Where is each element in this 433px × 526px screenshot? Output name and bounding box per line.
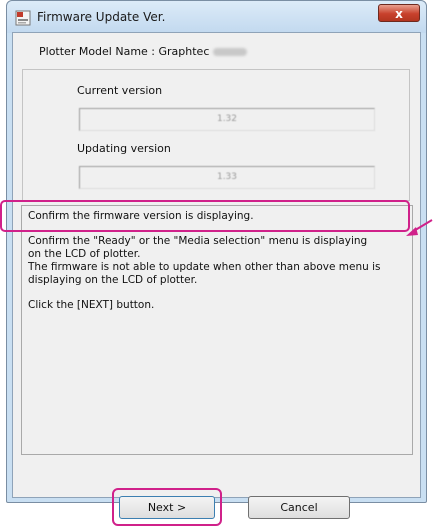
plotter-model-name: Plotter Model Name : Graphtec (39, 45, 248, 58)
window-title: Firmware Update Ver. (37, 10, 166, 24)
plotter-model-label: Plotter Model Name : Graphtec (39, 45, 210, 58)
message-line-1: Confirm the firmware version is displayi… (28, 210, 254, 222)
app-icon (15, 10, 31, 26)
message-line-2: Confirm the "Ready" or the "Media select… (28, 235, 368, 247)
updating-version-label: Updating version (77, 142, 171, 155)
cancel-button[interactable]: Cancel (248, 496, 350, 519)
close-icon: x (395, 7, 403, 21)
message-line-3: on the LCD of plotter. (28, 248, 141, 260)
message-line-4: The firmware is not able to update when … (28, 261, 381, 273)
message-line-5: displaying on the LCD of plotter. (28, 274, 198, 286)
close-button[interactable]: x (378, 4, 420, 22)
message-line-6: Click the [NEXT] button. (28, 299, 155, 311)
firmware-update-window: Firmware Update Ver. x Plotter Model Nam… (6, 0, 427, 526)
updating-version-field: 1.33 (79, 166, 375, 189)
title-bar[interactable]: Firmware Update Ver. x (7, 1, 426, 33)
current-version-field: 1.32 (79, 108, 375, 131)
current-version-label: Current version (77, 84, 163, 97)
dialog-client-area: Plotter Model Name : Graphtec Current ve… (12, 32, 421, 526)
instruction-message-panel: Confirm the firmware version is displayi… (21, 205, 413, 455)
model-name-redacted (213, 48, 248, 56)
version-panel: Current version 1.32 Updating version 1.… (22, 69, 410, 201)
next-button[interactable]: Next > (119, 496, 215, 519)
